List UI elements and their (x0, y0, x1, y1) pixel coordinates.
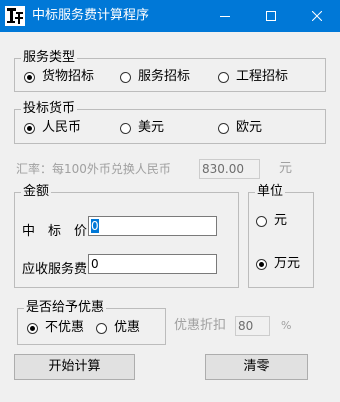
radio-indicator (24, 122, 35, 134)
bid-price-input[interactable]: 0 (88, 216, 217, 236)
radio-rmb[interactable]: 人民币 (24, 120, 81, 136)
bid-price-label: 中 标 价 (22, 224, 88, 239)
discount-rate-label: 优惠折扣 (174, 318, 227, 333)
radio-label: 人民币 (42, 120, 82, 135)
radio-indicator (120, 71, 131, 83)
exchange-rate-input[interactable]: 830.00 (199, 159, 260, 179)
maximize-icon (266, 11, 276, 21)
minimize-icon (220, 16, 230, 17)
radio-indicator (218, 122, 229, 134)
radio-indicator (256, 258, 267, 270)
radio-discount[interactable]: 优惠 (96, 320, 140, 336)
close-button[interactable] (294, 0, 340, 32)
radio-label: 欧元 (236, 120, 263, 135)
radio-unit-wanyuan[interactable]: 万元 (256, 256, 300, 272)
window-title: 中标服务费计算程序 (32, 8, 150, 23)
radio-indicator (120, 122, 131, 134)
radio-indicator (27, 322, 38, 334)
radio-no-discount[interactable]: 不优惠 (27, 320, 84, 336)
radio-label: 万元 (274, 256, 301, 271)
exchange-rate-label: 汇率：每100外币兑换人民币 (16, 162, 171, 176)
radio-engineering-tender[interactable]: 工程招标 (218, 69, 288, 85)
radio-label: 不优惠 (45, 320, 85, 335)
radio-eur[interactable]: 欧元 (218, 120, 262, 136)
calculate-button[interactable]: 开始计算 (14, 354, 135, 380)
radio-indicator (218, 71, 229, 83)
unit-legend: 单位 (255, 184, 286, 200)
service-type-legend: 服务类型 (21, 50, 78, 66)
radio-indicator (96, 322, 107, 334)
maximize-button[interactable] (248, 0, 294, 32)
app-icon (5, 6, 25, 26)
radio-label: 货物招标 (42, 69, 95, 84)
radio-usd[interactable]: 美元 (120, 120, 164, 136)
discount-legend: 是否给予优惠 (24, 300, 107, 316)
radio-label: 元 (274, 213, 288, 228)
radio-indicator (256, 215, 267, 227)
service-fee-input[interactable]: 0 (88, 254, 217, 274)
app-window: 中标服务费计算程序 服务类型 货物招标 服务招标 工程招标 投标货币 人民币 美… (0, 0, 340, 402)
radio-goods-tender[interactable]: 货物招标 (24, 69, 94, 85)
radio-unit-yuan[interactable]: 元 (256, 213, 287, 229)
radio-label: 服务招标 (138, 69, 191, 84)
clear-button[interactable]: 清零 (205, 354, 308, 380)
radio-label: 优惠 (114, 320, 141, 335)
radio-label: 美元 (138, 120, 165, 135)
bid-price-value: 0 (91, 219, 99, 233)
minimize-button[interactable] (202, 0, 248, 32)
discount-rate-unit: % (281, 319, 292, 332)
radio-service-tender[interactable]: 服务招标 (120, 69, 190, 85)
unit-group: 单位 (248, 184, 314, 288)
radio-indicator (24, 71, 35, 83)
radio-label: 工程招标 (236, 69, 289, 84)
service-fee-label: 应收服务费 (22, 262, 88, 277)
amount-legend: 金额 (21, 184, 52, 200)
title-bar[interactable]: 中标服务费计算程序 (0, 0, 340, 32)
discount-rate-input[interactable]: 80 (235, 316, 270, 336)
close-icon (312, 11, 322, 21)
currency-legend: 投标货币 (21, 101, 78, 117)
exchange-rate-unit: 元 (279, 161, 293, 176)
